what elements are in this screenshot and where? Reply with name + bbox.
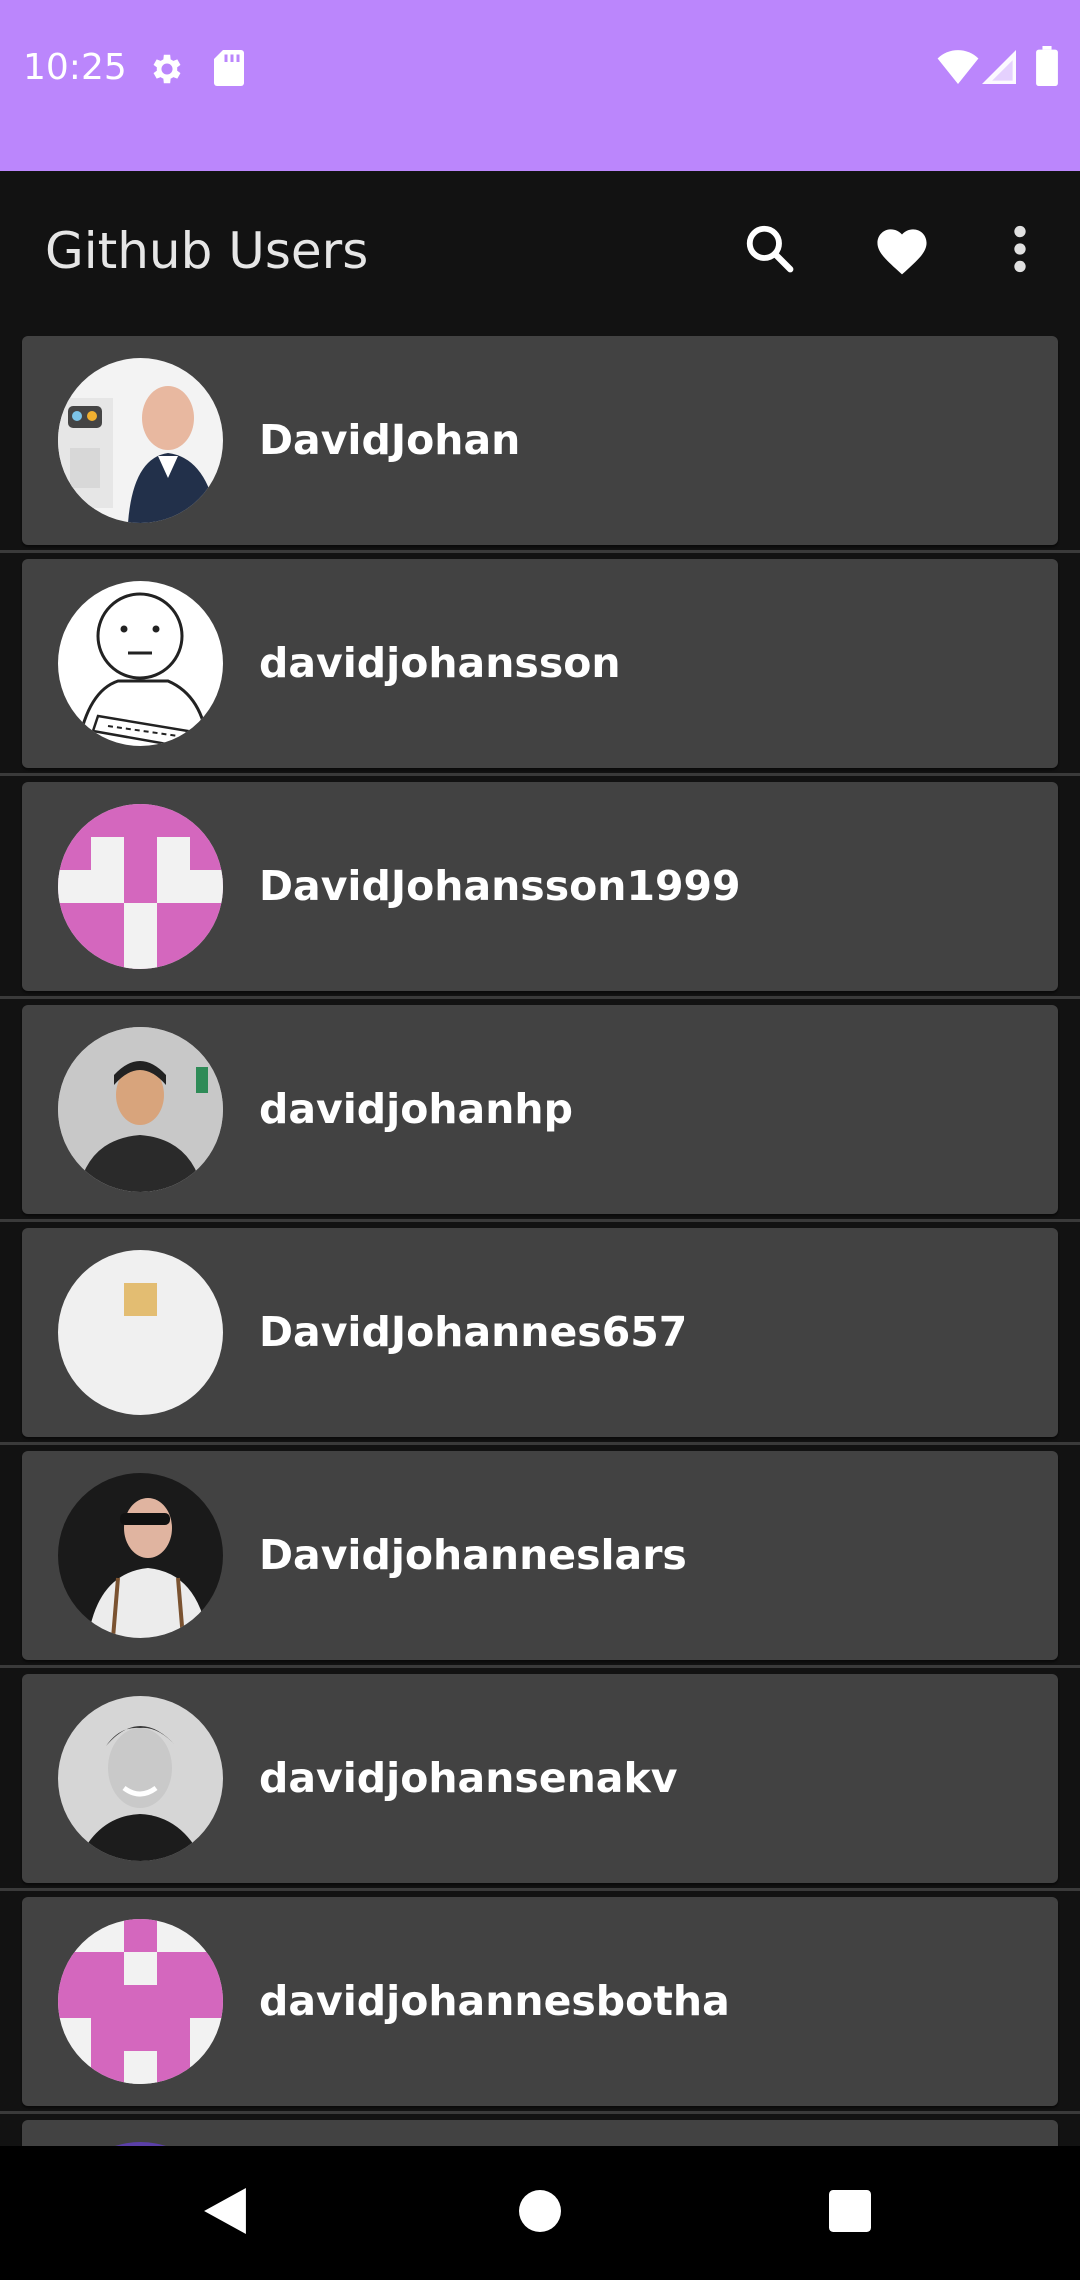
home-icon (519, 2189, 561, 2237)
recents-icon (829, 2189, 871, 2237)
username: DavidJohan (259, 416, 521, 464)
settings-icon (148, 50, 186, 93)
user-list[interactable]: DavidJohan davidjohansson DavidJohansson… (0, 331, 1080, 2146)
cell-signal-icon (982, 50, 1016, 89)
list-item[interactable] (0, 2120, 1080, 2146)
username: Davidjohanneslars (259, 1531, 687, 1579)
list-item[interactable]: davidjohannesbotha (0, 1897, 1080, 2120)
user-card[interactable]: Davidjohanneslars (22, 1451, 1058, 1660)
username: DavidJohannes657 (259, 1308, 688, 1356)
back-button[interactable] (185, 2173, 265, 2253)
divider (0, 2111, 1080, 2114)
search-icon (743, 222, 797, 281)
divider (0, 1665, 1080, 1668)
user-card[interactable]: DavidJohansson1999 (22, 782, 1058, 991)
list-item[interactable]: DavidJohannes657 (0, 1228, 1080, 1451)
list-item[interactable]: DavidJohan (0, 336, 1080, 559)
avatar (58, 1250, 223, 1415)
heart-icon (872, 222, 932, 281)
user-card[interactable]: davidjohansson (22, 559, 1058, 768)
avatar (58, 358, 223, 523)
avatar (58, 581, 223, 746)
avatar (58, 804, 223, 969)
list-item[interactable]: davidjohansson (0, 559, 1080, 782)
search-button[interactable] (730, 211, 810, 291)
divider (0, 1888, 1080, 1891)
page-title: Github Users (45, 222, 369, 280)
wifi-icon (937, 50, 979, 89)
divider (0, 1219, 1080, 1222)
divider (0, 773, 1080, 776)
recents-button[interactable] (810, 2173, 890, 2253)
status-bar: 10:25 (0, 0, 1080, 171)
more-vert-icon (1013, 225, 1027, 278)
avatar (58, 1027, 223, 1192)
avatar (58, 1696, 223, 1861)
user-card[interactable]: davidjohansenakv (22, 1674, 1058, 1883)
username: davidjohannesbotha (259, 1977, 730, 2025)
divider (0, 550, 1080, 553)
list-item[interactable]: davidjohansenakv (0, 1674, 1080, 1897)
navigation-bar (0, 2146, 1080, 2280)
home-button[interactable] (500, 2173, 580, 2253)
back-icon (203, 2187, 247, 2239)
username: davidjohansson (259, 639, 621, 687)
divider (0, 996, 1080, 999)
list-item[interactable]: DavidJohansson1999 (0, 782, 1080, 1005)
divider (0, 1442, 1080, 1445)
user-card[interactable]: DavidJohannes657 (22, 1228, 1058, 1437)
avatar (58, 1919, 223, 2084)
favorites-button[interactable] (862, 211, 942, 291)
user-card[interactable] (22, 2120, 1058, 2146)
avatar (58, 1473, 223, 1638)
app-bar: Github Users (0, 171, 1080, 331)
user-card[interactable]: DavidJohan (22, 336, 1058, 545)
user-card[interactable]: davidjohannesbotha (22, 1897, 1058, 2106)
username: DavidJohansson1999 (259, 862, 741, 910)
list-item[interactable]: Davidjohanneslars (0, 1451, 1080, 1674)
battery-icon (1036, 46, 1058, 91)
username: davidjohansenakv (259, 1754, 678, 1802)
username: davidjohanhp (259, 1085, 573, 1133)
overflow-menu-button[interactable] (980, 211, 1060, 291)
user-card[interactable]: davidjohanhp (22, 1005, 1058, 1214)
status-time: 10:25 (23, 47, 127, 88)
sd-card-icon (214, 50, 244, 91)
list-item[interactable]: davidjohanhp (0, 1005, 1080, 1228)
